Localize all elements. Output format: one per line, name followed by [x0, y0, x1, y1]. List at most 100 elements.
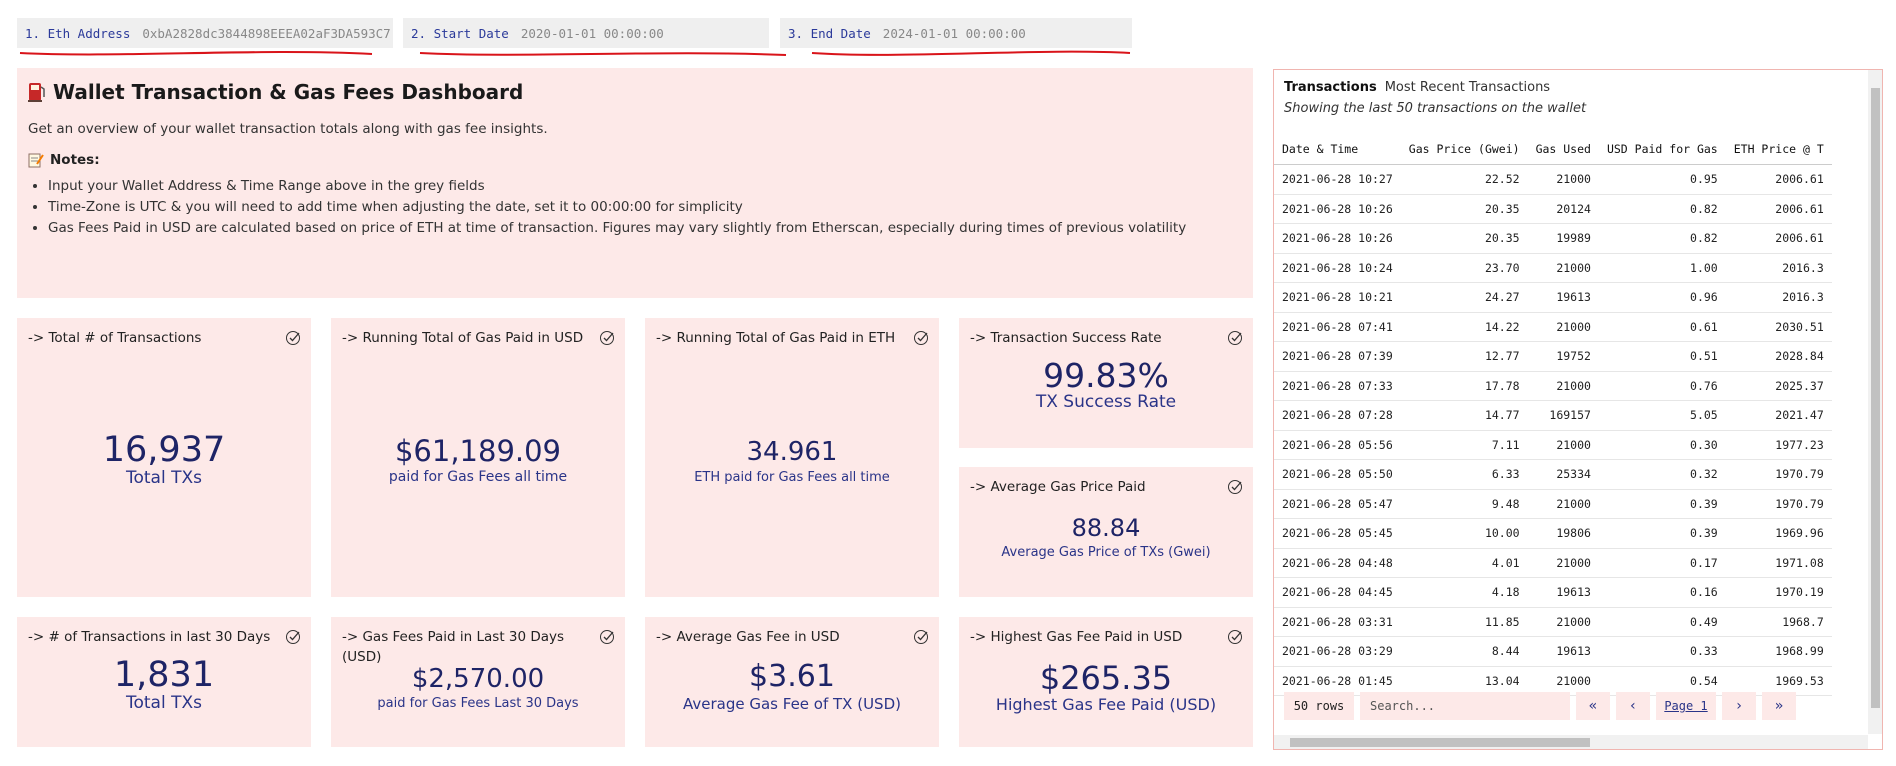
card-title: -> Highest Gas Fee Paid in USD — [970, 629, 1183, 645]
table-row[interactable]: 2021-06-28 07:39 12.77 19752 0.51 2028.84 — [1274, 341, 1832, 372]
page-indicator[interactable]: Page 1 — [1656, 692, 1716, 720]
first-page-button[interactable]: « — [1576, 692, 1610, 720]
table-row[interactable]: 2021-06-28 05:56 7.11 21000 0.30 1977.23 — [1274, 430, 1832, 460]
table-cell: 2016.3 — [1725, 282, 1832, 313]
table-cell: 19613 — [1527, 577, 1599, 608]
check-circle-icon[interactable] — [913, 330, 929, 346]
memo-icon — [28, 153, 44, 168]
last-page-button[interactable]: » — [1762, 692, 1796, 720]
table-row[interactable]: 2021-06-28 07:33 17.78 21000 0.76 2025.37 — [1274, 371, 1832, 401]
table-cell: 0.76 — [1598, 371, 1726, 401]
table-row[interactable]: 2021-06-28 05:47 9.48 21000 0.39 1970.79 — [1274, 489, 1832, 519]
prev-page-button[interactable]: ‹ — [1616, 692, 1650, 720]
card-title: -> Running Total of Gas Paid in ETH — [656, 330, 896, 346]
transactions-header: Transactions Most Recent Transactions — [1284, 80, 1550, 95]
table-cell: 0.39 — [1598, 518, 1726, 549]
next-page-button[interactable]: › — [1722, 692, 1756, 720]
table-cell: 21000 — [1527, 489, 1599, 519]
table-row[interactable]: 2021-06-28 10:26 20.35 19989 0.82 2006.61 — [1274, 223, 1832, 254]
table-cell: 2021-06-28 05:47 — [1274, 489, 1401, 519]
table-row[interactable]: 2021-06-28 10:21 24.27 19613 0.96 2016.3 — [1274, 282, 1832, 313]
table-row[interactable]: 2021-06-28 03:31 11.85 21000 0.49 1968.7 — [1274, 607, 1832, 637]
card-value: 88.84 — [1071, 514, 1141, 542]
table-cell: 5.05 — [1598, 400, 1726, 431]
table-cell: 0.17 — [1598, 548, 1726, 578]
transactions-title: Transactions — [1284, 80, 1377, 95]
table-cell: 8.44 — [1400, 636, 1528, 667]
table-row[interactable]: 2021-06-28 07:28 14.77 169157 5.05 2021.47 — [1274, 400, 1832, 431]
notes-list: Input your Wallet Address & Time Range a… — [28, 176, 1186, 239]
table-row[interactable]: 2021-06-28 10:27 22.52 21000 0.95 2006.61 — [1274, 164, 1832, 195]
table-search-input[interactable]: Search... — [1360, 692, 1570, 720]
scroll-thumb[interactable] — [1290, 738, 1590, 747]
card-transactions-30-days: -> # of Transactions in last 30 Days 1,8… — [17, 617, 311, 747]
table-cell: 2006.61 — [1725, 223, 1832, 254]
check-circle-icon[interactable] — [1227, 629, 1243, 645]
scroll-thumb[interactable] — [1871, 88, 1880, 708]
table-cell: 2028.84 — [1725, 341, 1832, 372]
table-cell: 0.96 — [1598, 282, 1726, 313]
dashboard-title: Wallet Transaction & Gas Fees Dashboard — [27, 80, 523, 104]
table-cell: 1969.96 — [1725, 518, 1832, 549]
table-cell: 169157 — [1527, 400, 1599, 431]
table-cell: 0.30 — [1598, 430, 1726, 460]
table-cell: 0.82 — [1598, 223, 1726, 254]
column-header[interactable]: Gas Price (Gwei) — [1400, 134, 1528, 165]
table-cell: 1977.23 — [1725, 430, 1832, 460]
table-cell: 2021-06-28 07:39 — [1274, 341, 1401, 372]
table-row[interactable]: 2021-06-28 10:24 23.70 21000 1.00 2016.3 — [1274, 253, 1832, 283]
check-circle-icon[interactable] — [913, 629, 929, 645]
table-cell: 19752 — [1527, 341, 1599, 372]
table-cell: 20.35 — [1400, 194, 1528, 224]
horizontal-scrollbar[interactable] — [1274, 735, 1868, 749]
table-row[interactable]: 2021-06-28 05:50 6.33 25334 0.32 1970.79 — [1274, 459, 1832, 490]
check-circle-icon[interactable] — [285, 629, 301, 645]
notes-heading: Notes: — [28, 152, 100, 168]
intro-panel: Wallet Transaction & Gas Fees Dashboard … — [17, 68, 1253, 298]
table-cell: 2021.47 — [1725, 400, 1832, 431]
table-row[interactable]: 2021-06-28 05:45 10.00 19806 0.39 1969.96 — [1274, 518, 1832, 549]
check-circle-icon[interactable] — [599, 330, 615, 346]
table-row[interactable]: 2021-06-28 10:26 20.35 20124 0.82 2006.61 — [1274, 194, 1832, 224]
notes-label: Notes: — [50, 152, 100, 168]
card-title: -> Running Total of Gas Paid in USD — [342, 330, 584, 346]
card-gas-fees-30-days: -> Gas Fees Paid in Last 30 Days (USD) $… — [331, 617, 625, 747]
card-caption: Highest Gas Fee Paid (USD) — [995, 695, 1217, 714]
table-cell: 1971.08 — [1725, 548, 1832, 578]
transactions-subtitle: Showing the last 50 transactions on the … — [1284, 101, 1587, 116]
table-cell: 0.32 — [1598, 459, 1726, 490]
card-total-transactions: -> Total # of Transactions 16,937 Total … — [17, 318, 311, 597]
table-cell: 1968.99 — [1725, 636, 1832, 667]
table-cell: 0.95 — [1598, 164, 1726, 195]
card-average-gas-fee: -> Average Gas Fee in USD $3.61 Average … — [645, 617, 939, 747]
table-cell: 0.51 — [1598, 341, 1726, 372]
table-cell: 0.61 — [1598, 312, 1726, 342]
check-circle-icon[interactable] — [599, 629, 615, 645]
table-cell: 19613 — [1527, 282, 1599, 313]
column-header[interactable]: Date & Time — [1274, 134, 1401, 165]
column-header[interactable]: USD Paid for Gas — [1598, 134, 1726, 165]
card-gas-paid-eth: -> Running Total of Gas Paid in ETH 34.9… — [645, 318, 939, 597]
tab-most-recent-transactions[interactable]: Most Recent Transactions — [1385, 80, 1550, 95]
table-cell: 14.77 — [1400, 400, 1528, 431]
table-cell: 2016.3 — [1725, 253, 1832, 283]
column-header[interactable]: Gas Used — [1527, 134, 1599, 165]
check-circle-icon[interactable] — [285, 330, 301, 346]
table-row[interactable]: 2021-06-28 04:48 4.01 21000 0.17 1971.08 — [1274, 548, 1832, 578]
table-row[interactable]: 2021-06-28 03:29 8.44 19613 0.33 1968.99 — [1274, 636, 1832, 667]
note-item: Time-Zone is UTC & you will need to add … — [48, 197, 1186, 218]
check-circle-icon[interactable] — [1227, 330, 1243, 346]
table-row[interactable]: 2021-06-28 04:45 4.18 19613 0.16 1970.19 — [1274, 577, 1832, 608]
vertical-scrollbar[interactable] — [1868, 70, 1882, 734]
card-highest-gas-fee: -> Highest Gas Fee Paid in USD $265.35 H… — [959, 617, 1253, 747]
table-cell: 2021-06-28 10:24 — [1274, 253, 1401, 283]
table-cell: 0.82 — [1598, 194, 1726, 224]
check-circle-icon[interactable] — [1227, 479, 1243, 495]
note-item: Gas Fees Paid in USD are calculated base… — [48, 218, 1186, 239]
start-date-label: 2. Start Date — [411, 25, 509, 41]
card-title: -> Average Gas Price Paid — [970, 479, 1146, 495]
table-cell: 2021-06-28 07:28 — [1274, 400, 1401, 431]
table-cell: 2021-06-28 10:26 — [1274, 223, 1401, 254]
column-header[interactable]: ETH Price @ T — [1725, 134, 1832, 165]
table-row[interactable]: 2021-06-28 07:41 14.22 21000 0.61 2030.51 — [1274, 312, 1832, 342]
